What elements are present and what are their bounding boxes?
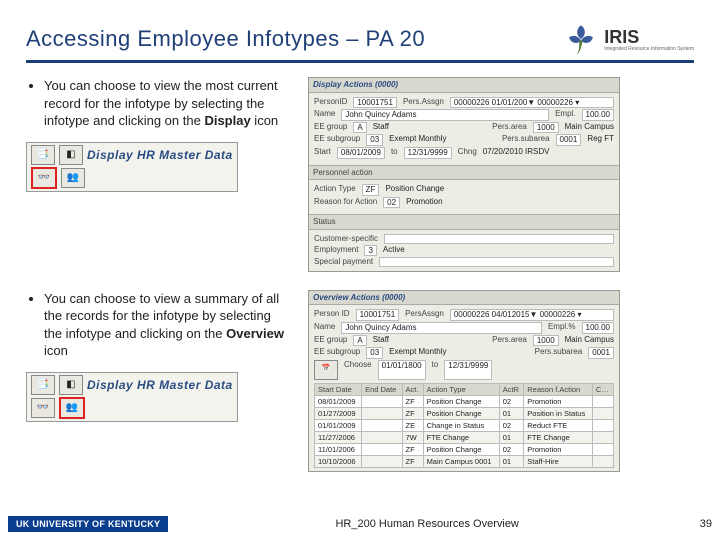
title-row: Accessing Employee Infotypes – PA 20 IRI… — [26, 22, 694, 63]
table-row[interactable]: 11/27/20067WFTE Change01FTE Change — [315, 431, 614, 443]
table-header: C… — [592, 383, 613, 395]
overview-icon[interactable]: 👥 — [61, 168, 85, 188]
table-header: Action Type — [423, 383, 499, 395]
toolbar-title: Display HR Master Data — [87, 148, 233, 162]
table-header: ActR — [499, 383, 524, 395]
toolbar-icon[interactable]: ◧ — [59, 145, 83, 165]
page-number: 39 — [686, 518, 712, 530]
panel-sub-personnel: Personnel action — [309, 165, 619, 181]
footer-text: HR_200 Human Resources Overview — [168, 518, 686, 530]
page-title: Accessing Employee Infotypes – PA 20 — [26, 26, 425, 52]
display-icon[interactable]: 👓 — [31, 398, 55, 418]
toolbar-icon[interactable]: ◧ — [59, 375, 83, 395]
display-icon[interactable]: 👓 — [31, 167, 57, 189]
section-overview: You can choose to view a summary of all … — [26, 290, 694, 472]
overview-table: Start DateEnd DateAct.Action TypeActRRea… — [314, 383, 614, 468]
uk-logo: UK UNIVERSITY OF KENTUCKY — [8, 516, 168, 532]
table-header: Reason f.Action — [524, 383, 593, 395]
table-row[interactable]: 11/01/2006ZFPosition Change02Promotion — [315, 443, 614, 455]
bullet-overview: You can choose to view a summary of all … — [44, 290, 286, 360]
bullet-display: You can choose to view the most current … — [44, 77, 286, 130]
panel-display-actions: Display Actions (0000) PersonID10001751P… — [308, 77, 620, 272]
panel-sub-status: Status — [309, 214, 619, 230]
panel-overview-actions: Overview Actions (0000) Person ID1000175… — [308, 290, 620, 472]
table-row[interactable]: 01/27/2009ZFPosition Change01Position in… — [315, 407, 614, 419]
table-row[interactable]: 10/10/2006ZFMain Campus 000101Staff-Hire — [315, 455, 614, 467]
table-header: Act. — [402, 383, 423, 395]
table-row[interactable]: 01/01/2009ZEChange in Status02Reduct FTE — [315, 419, 614, 431]
table-header: End Date — [362, 383, 402, 395]
panel-title: Display Actions (0000) — [309, 78, 619, 93]
toolbar-display: 📑 ◧ Display HR Master Data 👓 👥 — [26, 142, 238, 192]
toolbar-icon[interactable]: 📑 — [31, 375, 55, 395]
overview-icon[interactable]: 👥 — [59, 397, 85, 419]
footer: UK UNIVERSITY OF KENTUCKY HR_200 Human R… — [0, 516, 720, 532]
date-picker-icon[interactable]: 📅 — [314, 360, 338, 380]
iris-flower-icon — [564, 22, 598, 56]
panel-title: Overview Actions (0000) — [309, 291, 619, 306]
iris-logo: IRIS Integrated Resource Information Sys… — [564, 22, 694, 56]
toolbar-overview: 📑 ◧ Display HR Master Data 👓 👥 — [26, 372, 238, 422]
table-row[interactable]: 08/01/2009ZFPosition Change02Promotion — [315, 395, 614, 407]
section-display: You can choose to view the most current … — [26, 77, 694, 272]
iris-logo-sub: Integrated Resource Information System — [604, 46, 694, 52]
toolbar-icon[interactable]: 📑 — [31, 145, 55, 165]
table-header: Start Date — [315, 383, 362, 395]
iris-logo-text: IRIS — [604, 27, 639, 47]
toolbar-title: Display HR Master Data — [87, 378, 233, 392]
